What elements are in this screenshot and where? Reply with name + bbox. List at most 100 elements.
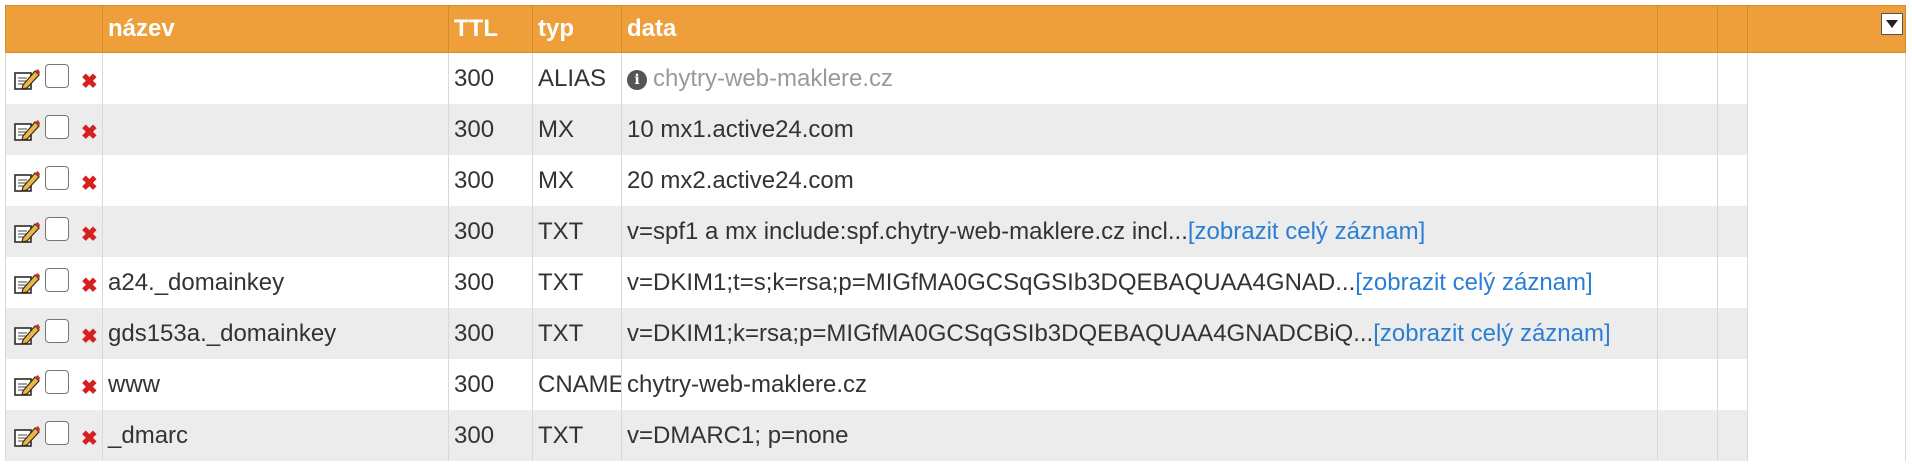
row-select-checkbox[interactable] [45,63,69,88]
record-ttl: 300 [448,52,533,104]
record-extra-1 [1657,410,1718,461]
record-extra-1 [1657,104,1718,155]
record-ttl: 300 [448,155,533,206]
record-extra-3 [1747,155,1906,206]
record-data: 20 mx2.active24.com [621,155,1658,206]
show-full-record-link[interactable]: [zobrazit celý záznam] [1373,320,1610,347]
chevron-down-icon [1886,20,1898,28]
record-extra-1 [1657,206,1718,257]
delete-x-icon[interactable]: ✖ [81,69,98,94]
edit-pencil-icon[interactable] [13,321,41,347]
record-extra-3 [1747,104,1906,155]
edit-pencil-icon[interactable] [13,219,41,245]
column-menu-button[interactable] [1881,13,1903,35]
edit-pencil-icon[interactable] [13,117,41,143]
row-actions: ✖ [5,206,103,257]
table-row: ✖ _dmarc 300 TXT v=DMARC1; p=none [5,410,1906,461]
record-data-value: v=DKIM1;t=s;k=rsa;p=MIGfMA0GCSqGSIb3DQEB… [627,268,1356,296]
edit-pencil-icon[interactable] [13,270,41,296]
row-select-checkbox[interactable] [45,165,69,190]
header-actions [5,5,103,53]
record-data-value: v=DKIM1;k=rsa;p=MIGfMA0GCSqGSIb3DQEBAQUA… [627,319,1374,347]
edit-pencil-icon[interactable] [13,66,41,92]
delete-x-icon[interactable]: ✖ [81,426,98,451]
record-extra-2 [1717,104,1748,155]
row-actions: ✖ [5,257,103,308]
row-select-checkbox[interactable] [45,267,69,292]
record-data-value: 10 mx1.active24.com [627,115,854,143]
delete-x-icon[interactable]: ✖ [81,171,98,196]
row-actions: ✖ [5,308,103,359]
table-row: ✖ 300 ALIAS i chytry-web-maklere.cz [5,52,1906,104]
table-header-row: název TTL typ data [5,5,1906,53]
delete-x-icon[interactable]: ✖ [81,120,98,145]
record-extra-2 [1717,257,1748,308]
record-type: MX [532,104,622,155]
header-data[interactable]: data [621,5,1658,53]
record-ttl: 300 [448,104,533,155]
header-ttl[interactable]: TTL [448,5,533,53]
record-name [102,206,449,257]
record-ttl: 300 [448,410,533,461]
record-extra-2 [1717,308,1748,359]
table-row: ✖ a24._domainkey 300 TXT v=DKIM1;t=s;k=r… [5,257,1906,308]
record-extra-3 [1747,257,1906,308]
record-ttl: 300 [448,206,533,257]
dns-records-table-wrapper: název TTL typ data ✖ 300 ALIAS i chytry-… [5,5,1906,461]
record-data-value: v=DMARC1; p=none [627,421,849,449]
header-name[interactable]: název [102,5,449,53]
record-type: ALIAS [532,52,622,104]
info-icon[interactable]: i [627,69,647,90]
show-full-record-link[interactable]: [zobrazit celý záznam] [1355,269,1592,296]
row-actions: ✖ [5,410,103,461]
record-data-value: chytry-web-maklere.cz [627,370,868,398]
record-extra-1 [1657,52,1718,104]
record-extra-3 [1747,308,1906,359]
header-type[interactable]: typ [532,5,622,53]
record-extra-1 [1657,155,1718,206]
record-data: chytry-web-maklere.cz [621,359,1658,410]
edit-pencil-icon[interactable] [13,372,41,398]
record-name: www [102,359,449,410]
row-actions: ✖ [5,155,103,206]
record-extra-2 [1717,206,1748,257]
row-select-checkbox[interactable] [45,318,69,343]
record-ttl: 300 [448,308,533,359]
delete-x-icon[interactable]: ✖ [81,375,98,400]
table-row: ✖ 300 MX 10 mx1.active24.com [5,104,1906,155]
record-extra-2 [1717,155,1748,206]
record-extra-2 [1717,359,1748,410]
record-type: TXT [532,308,622,359]
table-row: ✖ gds153a._domainkey 300 TXT v=DKIM1;k=r… [5,308,1906,359]
record-extra-1 [1657,308,1718,359]
delete-x-icon[interactable]: ✖ [81,222,98,247]
row-actions: ✖ [5,104,103,155]
row-select-checkbox[interactable] [45,420,69,445]
record-extra-3 [1747,206,1906,257]
record-type: CNAME [532,359,622,410]
row-actions: ✖ [5,359,103,410]
record-extra-2 [1717,410,1748,461]
show-full-record-link[interactable]: [zobrazit celý záznam] [1188,218,1425,245]
delete-x-icon[interactable]: ✖ [81,324,98,349]
record-name [102,52,449,104]
header-extra-3 [1747,5,1906,53]
record-data: i chytry-web-maklere.cz [621,52,1658,104]
row-select-checkbox[interactable] [45,369,69,394]
dns-records-table: název TTL typ data ✖ 300 ALIAS i chytry-… [5,5,1906,461]
record-extra-1 [1657,257,1718,308]
row-select-checkbox[interactable] [45,216,69,241]
record-ttl: 300 [448,257,533,308]
edit-pencil-icon[interactable] [13,168,41,194]
record-ttl: 300 [448,359,533,410]
record-data: 10 mx1.active24.com [621,104,1658,155]
table-row: ✖ 300 TXT v=spf1 a mx include:spf.chytry… [5,206,1906,257]
delete-x-icon[interactable]: ✖ [81,273,98,298]
row-select-checkbox[interactable] [45,114,69,139]
record-type: MX [532,155,622,206]
record-data-value: 20 mx2.active24.com [627,166,854,194]
table-row: ✖ 300 MX 20 mx2.active24.com [5,155,1906,206]
edit-pencil-icon[interactable] [13,423,41,449]
record-name [102,155,449,206]
row-actions: ✖ [5,52,103,104]
